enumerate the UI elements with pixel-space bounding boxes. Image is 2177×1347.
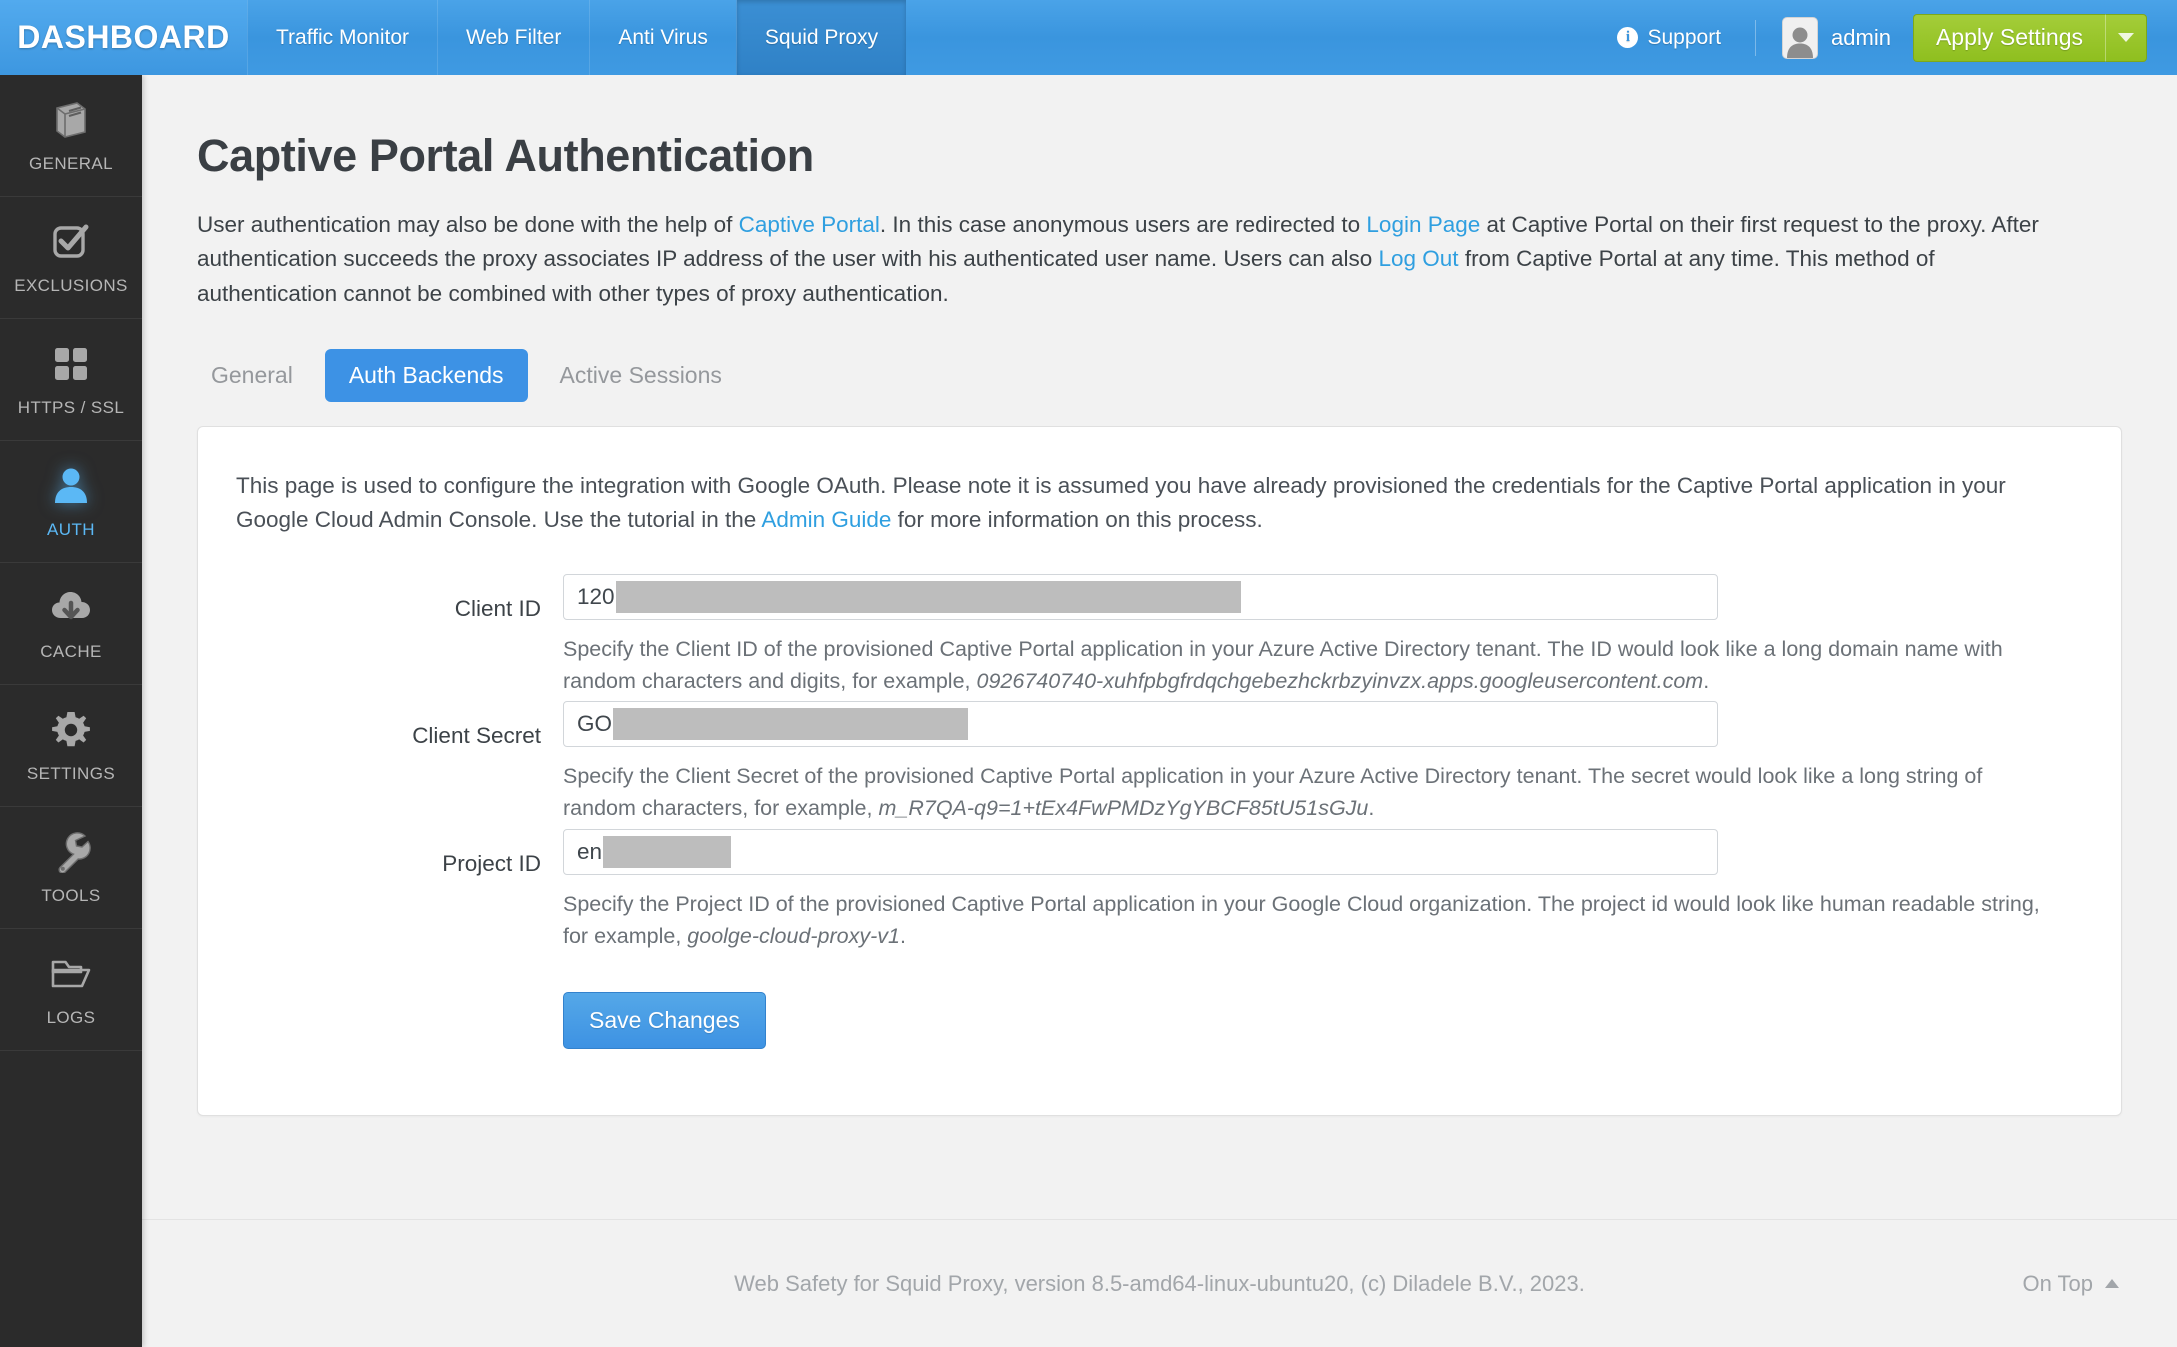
client-id-label: Client ID bbox=[454, 595, 541, 621]
client-secret-column: GO Specify the Client Secret of the provi… bbox=[563, 701, 2121, 825]
sidebar-item-label: GENERAL bbox=[28, 153, 114, 173]
panel-description: This page is used to configure the integ… bbox=[236, 469, 2069, 537]
sidebar-item-label: LOGS bbox=[46, 1007, 96, 1027]
main-nav-tabs: Traffic Monitor Web Filter Anti Virus Squid… bbox=[247, 0, 907, 75]
save-changes-button[interactable]: Save Changes bbox=[563, 992, 766, 1050]
top-bar-divider bbox=[1755, 19, 1757, 56]
apply-settings-group: Apply Settings bbox=[1912, 13, 2147, 62]
client-id-help-example: 0926740740-xuhfpbgfrdqchgebezhckrbzyinvz… bbox=[976, 668, 1704, 693]
brand-dashboard-button[interactable]: DASHBOARD bbox=[0, 0, 247, 75]
nav-tab-traffic-monitor[interactable]: Traffic Monitor bbox=[247, 0, 437, 75]
project-id-label: Project ID bbox=[442, 850, 541, 876]
nav-tab-squid-proxy[interactable]: Squid Proxy bbox=[735, 0, 907, 75]
sidebar-item-label: HTTPS / SSL bbox=[17, 397, 125, 417]
sidebar-item-general[interactable]: GENERAL bbox=[0, 75, 142, 197]
oauth-form: Client ID 120 Specify the Client ID of the… bbox=[198, 573, 2121, 953]
project-id-input-value: en bbox=[577, 838, 603, 864]
sidebar-item-label: CACHE bbox=[40, 641, 102, 661]
sidebar-item-settings[interactable]: SETTINGS bbox=[0, 685, 142, 807]
client-secret-help-suffix: . bbox=[1368, 796, 1375, 821]
section-tabs: General Auth Backends Active Sessions bbox=[187, 349, 2177, 403]
client-secret-input-value: GO bbox=[577, 711, 613, 737]
sidebar-item-label: EXCLUSIONS bbox=[14, 275, 128, 295]
page-footer: Web Safety for Squid Proxy, version 8.5-… bbox=[142, 1219, 2177, 1347]
client-id-input[interactable]: 120 bbox=[563, 573, 1718, 620]
captive-portal-link[interactable]: Captive Portal bbox=[739, 212, 880, 237]
support-link[interactable]: i Support bbox=[1595, 26, 1743, 50]
project-id-help-suffix: . bbox=[900, 923, 906, 948]
sidebar-item-logs[interactable]: LOGS bbox=[0, 929, 142, 1051]
save-row: Save Changes bbox=[198, 992, 2121, 1103]
top-bar-right-group: i Support admin Apply Settings bbox=[1595, 0, 2177, 75]
sidebar-item-label: TOOLS bbox=[41, 885, 101, 905]
main-content: Captive Portal Authentication User authe… bbox=[142, 75, 2177, 1347]
gear-icon bbox=[49, 708, 93, 752]
tab-general[interactable]: General bbox=[187, 349, 317, 402]
footer-version-text: Web Safety for Squid Proxy, version 8.5-… bbox=[734, 1270, 1585, 1296]
support-label: Support bbox=[1647, 25, 1722, 49]
top-navigation-bar: DASHBOARD Traffic Monitor Web Filter Anti … bbox=[0, 0, 2177, 75]
sidebar-item-exclusions[interactable]: EXCLUSIONS bbox=[0, 197, 142, 319]
client-secret-input[interactable]: GO bbox=[563, 701, 1718, 748]
project-id-help-text: Specify the Project ID of the provisione… bbox=[563, 888, 2061, 953]
grid-icon bbox=[49, 342, 93, 386]
client-secret-redaction-overlay bbox=[613, 708, 969, 741]
page-intro-text: User authentication may also be done wit… bbox=[197, 208, 2067, 311]
login-page-link[interactable]: Login Page bbox=[1366, 212, 1480, 237]
user-menu[interactable]: admin bbox=[1768, 16, 1913, 59]
save-row-spacer bbox=[198, 992, 563, 1049]
intro-part-2: . In this case anonymous users are redir… bbox=[879, 212, 1367, 237]
project-id-input[interactable]: en bbox=[563, 828, 1718, 875]
chevron-down-icon bbox=[2118, 33, 2134, 42]
nav-tab-anti-virus[interactable]: Anti Virus bbox=[589, 0, 736, 75]
project-id-help-example: goolge-cloud-proxy-v1 bbox=[687, 923, 901, 948]
sidebar-item-label: SETTINGS bbox=[26, 763, 116, 783]
wrench-icon bbox=[49, 830, 93, 874]
apply-settings-dropdown-button[interactable] bbox=[2105, 13, 2147, 62]
project-id-redaction-overlay bbox=[603, 835, 732, 868]
client-id-input-value: 120 bbox=[577, 583, 615, 609]
intro-part-1: User authentication may also be done wit… bbox=[197, 212, 739, 237]
client-secret-help-text: Specify the Client Secret of the provisi… bbox=[563, 760, 2061, 825]
sidebar-item-label: AUTH bbox=[47, 519, 95, 539]
client-id-help-suffix: . bbox=[1703, 668, 1710, 693]
sidebar-item-https-ssl[interactable]: HTTPS / SSL bbox=[0, 319, 142, 441]
page-title: Captive Portal Authentication bbox=[197, 130, 814, 181]
panel-desc-part-2: for more information on this process. bbox=[891, 507, 1263, 533]
client-id-help-text: Specify the Client ID of the provisioned… bbox=[563, 633, 2061, 698]
log-out-link[interactable]: Log Out bbox=[1379, 246, 1459, 271]
client-secret-label: Client Secret bbox=[412, 723, 541, 749]
user-icon bbox=[49, 464, 93, 508]
auth-backends-panel: This page is used to configure the integ… bbox=[197, 426, 2122, 1117]
on-top-label: On Top bbox=[2022, 1270, 2093, 1296]
on-top-button[interactable]: On Top bbox=[2022, 1271, 2119, 1297]
sidebar-item-cache[interactable]: CACHE bbox=[0, 563, 142, 685]
check-box-icon bbox=[49, 220, 93, 264]
field-row-client-secret: Client Secret GO Specify the Client Secret… bbox=[198, 701, 2121, 825]
admin-guide-link[interactable]: Admin Guide bbox=[761, 507, 891, 532]
client-id-redaction-overlay bbox=[615, 580, 1241, 613]
sidebar-item-auth[interactable]: AUTH bbox=[0, 441, 142, 563]
client-id-column: 120 Specify the Client ID of the provisio… bbox=[563, 573, 2121, 698]
cloud-download-icon bbox=[49, 586, 93, 630]
user-avatar-icon bbox=[1782, 16, 1819, 59]
field-row-project-id: Project ID en Specify the Project ID of th… bbox=[198, 828, 2121, 953]
tab-active-sessions[interactable]: Active Sessions bbox=[536, 349, 746, 402]
tab-auth-backends[interactable]: Auth Backends bbox=[324, 349, 528, 403]
username-label: admin bbox=[1831, 24, 1891, 50]
nav-tab-web-filter[interactable]: Web Filter bbox=[437, 0, 589, 75]
chevron-up-icon bbox=[2105, 1279, 2119, 1288]
project-id-column: en Specify the Project ID of the provisio… bbox=[563, 828, 2121, 953]
folder-icon bbox=[49, 952, 93, 996]
left-sidebar: GENERAL EXCLUSIONS HTTPS / SSL AUTH CACHE SET… bbox=[0, 75, 142, 1347]
info-icon: i bbox=[1617, 27, 1639, 48]
field-row-client-id: Client ID 120 Specify the Client ID of the… bbox=[198, 573, 2121, 698]
apply-settings-button[interactable]: Apply Settings bbox=[1912, 13, 2105, 62]
client-secret-help-example: m_R7QA-q9=1+tEx4FwPMDzYgYBCF85tU51sGJu bbox=[878, 796, 1369, 821]
sidebar-item-tools[interactable]: TOOLS bbox=[0, 807, 142, 929]
book-icon bbox=[49, 98, 93, 142]
